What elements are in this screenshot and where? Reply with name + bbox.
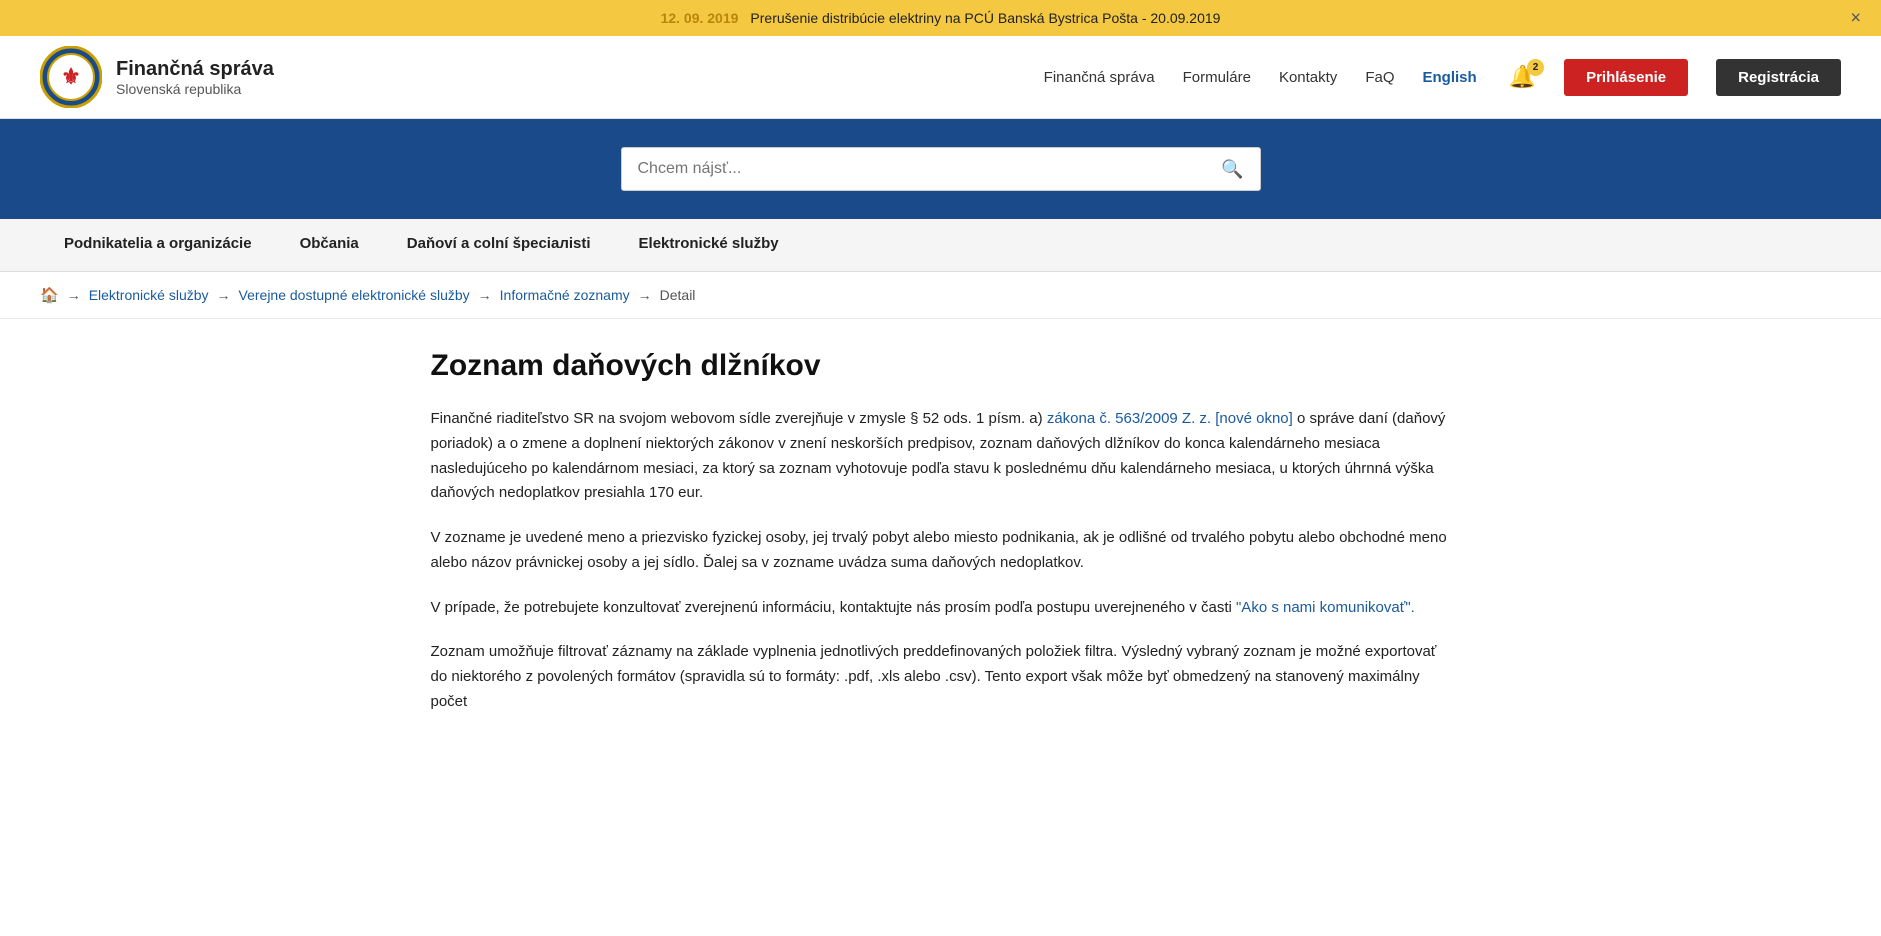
law-link[interactable]: zákona č. 563/2009 Z. z. [nové okno] xyxy=(1047,410,1293,427)
nav-obcania[interactable]: Občania xyxy=(276,219,383,271)
breadcrumb-sep-1: → xyxy=(217,287,231,303)
header: ⚜ Finančná správa Slovenská republika Fi… xyxy=(0,36,1881,119)
breadcrumb-detail: Detail xyxy=(660,287,696,303)
logo-text: Finančná správa Slovenská republika xyxy=(116,58,274,97)
logo-title: Finančná správa xyxy=(116,58,274,81)
registracia-button[interactable]: Registrácia xyxy=(1716,59,1841,96)
logo-subtitle: Slovenská republika xyxy=(116,81,274,97)
paragraph-4: Zoznam umožňuje filtrovať záznamy na zák… xyxy=(431,640,1451,714)
nav-faq[interactable]: FaQ xyxy=(1365,69,1394,86)
search-section: 🔍 xyxy=(0,119,1881,219)
paragraph-2: V zozname je uvedené meno a priezvisko f… xyxy=(431,526,1451,576)
breadcrumb-sep-2: → xyxy=(478,287,492,303)
announcement-date: 12. 09. 2019 xyxy=(661,10,739,26)
breadcrumb-sep-3: → xyxy=(638,287,652,303)
announcement-close-button[interactable]: × xyxy=(1850,8,1861,29)
page-title: Zoznam daňových dlžníkov xyxy=(431,349,1451,383)
nav-financna-sprava[interactable]: Finančná správa xyxy=(1044,69,1155,86)
notification-bell[interactable]: 🔔 2 xyxy=(1509,64,1536,90)
nav-english[interactable]: English xyxy=(1423,69,1477,86)
nav-podnikatelia[interactable]: Podnikatelia a organizácie xyxy=(40,219,276,271)
communication-link[interactable]: "Ako s nami komunikovať". xyxy=(1236,599,1415,616)
logo-area: ⚜ Finančná správa Slovenská republika xyxy=(40,46,274,108)
announcement-bar: 12. 09. 2019 Prerušenie distribúcie elek… xyxy=(0,0,1881,36)
main-nav-links: Finančná správa Formuláre Kontakty FaQ E… xyxy=(1044,59,1841,96)
nav-elektronicke-sluzby[interactable]: Elektronické služby xyxy=(615,219,803,271)
announcement-text: Prerušenie distribúcie elektriny na PCÚ … xyxy=(750,10,1220,26)
breadcrumb-elektronicke-sluzby[interactable]: Elektronické služby xyxy=(89,287,209,303)
search-button[interactable]: 🔍 xyxy=(1205,149,1259,190)
search-input[interactable] xyxy=(622,148,1206,190)
search-icon: 🔍 xyxy=(1221,159,1243,179)
paragraph-1: Finančné riaditeľstvo SR na svojom webov… xyxy=(431,407,1451,506)
search-box: 🔍 xyxy=(621,147,1261,191)
breadcrumb: 🏠 → Elektronické služby → Verejne dostup… xyxy=(0,272,1881,319)
breadcrumb-informacne-zoznamy[interactable]: Informačné zoznamy xyxy=(500,287,630,303)
bell-badge: 2 xyxy=(1527,59,1544,76)
home-icon[interactable]: 🏠 xyxy=(40,286,59,304)
category-nav: Podnikatelia a organizácie Občania Daňov… xyxy=(0,219,1881,272)
paragraph-3: V prípade, že potrebujete konzultovať zv… xyxy=(431,596,1451,621)
nav-danovi-specialisti[interactable]: Daňoví a colní špeciалisti xyxy=(383,219,615,271)
breadcrumb-sep-0: → xyxy=(67,287,81,303)
nav-formulare[interactable]: Formuláre xyxy=(1183,69,1251,86)
logo-icon: ⚜ xyxy=(40,46,102,108)
nav-kontakty[interactable]: Kontakty xyxy=(1279,69,1337,86)
content-area: Zoznam daňových dlžníkov Finančné riadit… xyxy=(391,319,1491,775)
svg-text:⚜: ⚜ xyxy=(61,64,81,89)
prihlasenie-button[interactable]: Prihlásenie xyxy=(1564,59,1688,96)
breadcrumb-verejne-dostupne[interactable]: Verejne dostupné elektronické služby xyxy=(239,287,470,303)
